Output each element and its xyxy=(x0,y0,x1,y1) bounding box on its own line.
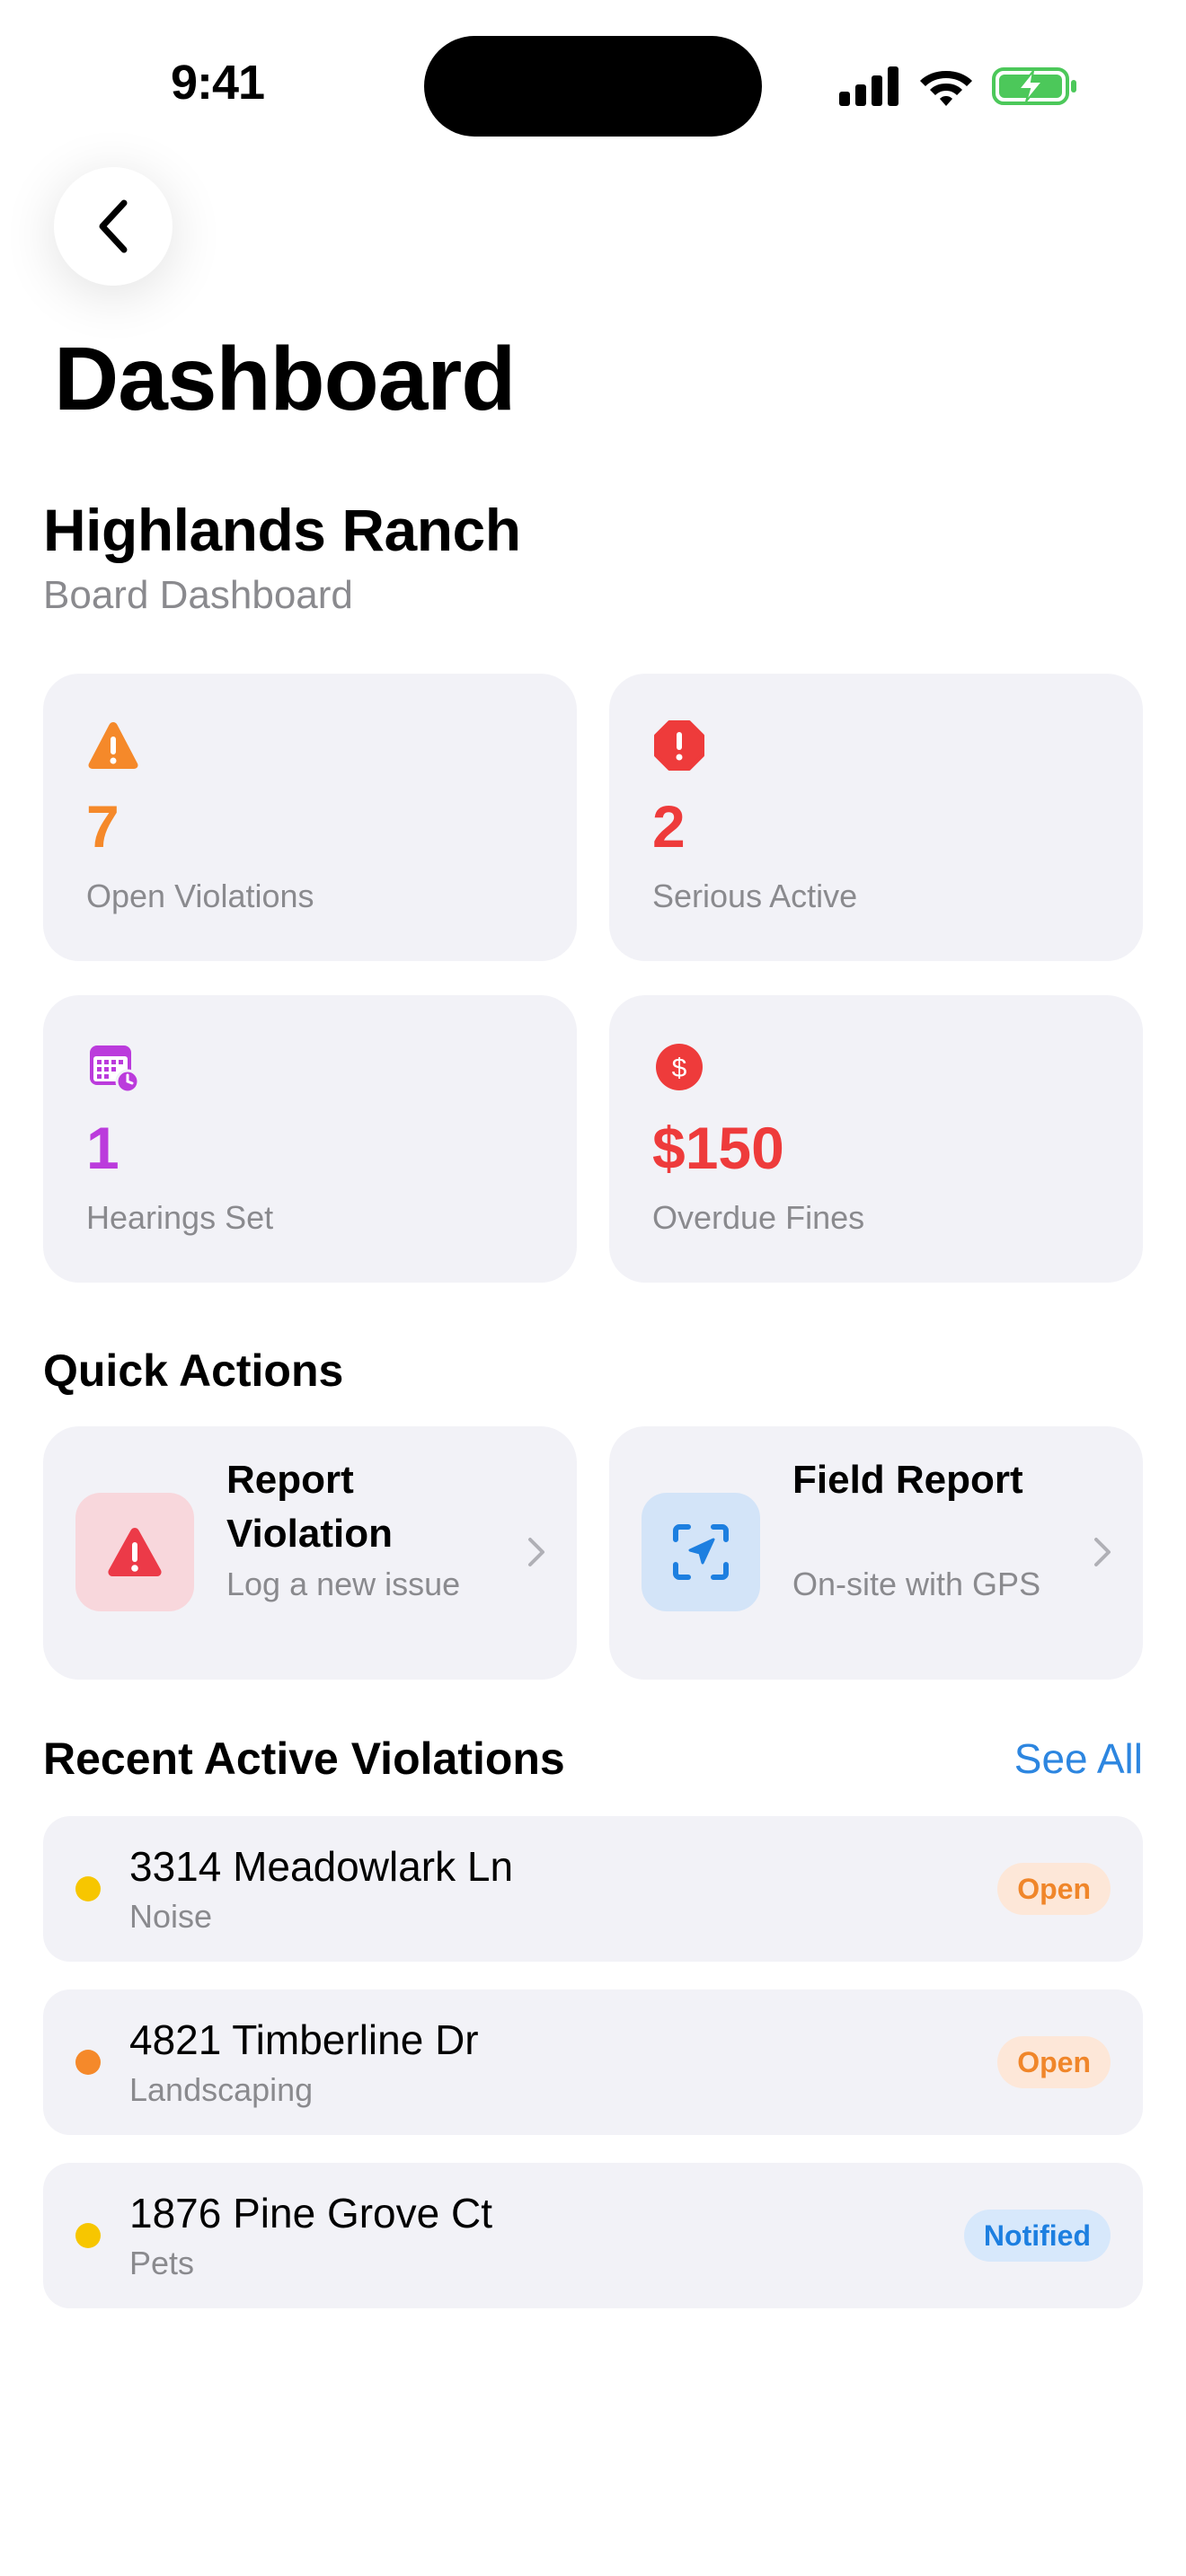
stat-card-hearings-set[interactable]: 1 Hearings Set xyxy=(43,995,577,1283)
action-subtitle: Log a new issue xyxy=(226,1566,461,1602)
cellular-signal-icon xyxy=(839,66,898,106)
battery-charging-icon xyxy=(992,67,1076,105)
stat-value: 1 xyxy=(86,1115,119,1181)
stat-card-serious-active[interactable]: 2 Serious Active xyxy=(609,674,1143,961)
status-dot xyxy=(75,2050,101,2075)
page-title: Dashboard xyxy=(54,329,516,429)
community-subtitle: Board Dashboard xyxy=(43,573,353,617)
community-name: Highlands Ranch xyxy=(43,497,521,563)
status-badge: Open xyxy=(997,2036,1111,2088)
stat-value: 7 xyxy=(86,793,119,860)
warning-triangle-icon xyxy=(88,722,138,769)
calendar-clock-icon xyxy=(90,1045,140,1094)
stat-label: Overdue Fines xyxy=(652,1199,865,1236)
action-title: Field Report xyxy=(792,1458,1023,1502)
dollar-circle-icon: $ xyxy=(656,1044,703,1090)
violation-row[interactable]: 1876 Pine Grove Ct Pets Notified xyxy=(43,2163,1143,2308)
status-icons xyxy=(839,65,1078,108)
recent-violations-title: Recent Active Violations xyxy=(43,1734,565,1784)
chevron-left-icon xyxy=(99,199,128,253)
stat-value: $150 xyxy=(652,1115,784,1181)
stat-label: Open Violations xyxy=(86,878,314,914)
warning-triangle-icon xyxy=(108,1528,162,1576)
chevron-right-icon xyxy=(1094,1538,1111,1566)
field-report-button[interactable]: Field Report On-site with GPS xyxy=(609,1426,1143,1680)
status-time: 9:41 xyxy=(171,56,265,110)
dashboard-screen: 9:41 Dashboard Highlands Ranch Board Das… xyxy=(0,0,1186,2576)
violation-address: 1876 Pine Grove Ct xyxy=(129,2190,493,2236)
status-dot xyxy=(75,2223,101,2248)
octagon-alert-icon xyxy=(654,720,704,771)
action-icon-tile xyxy=(75,1493,194,1611)
violation-row[interactable]: 3314 Meadowlark Ln Noise Open xyxy=(43,1816,1143,1962)
violation-address: 4821 Timberline Dr xyxy=(129,2016,479,2063)
violation-category: Pets xyxy=(129,2245,195,2281)
report-violation-button[interactable]: Report Violation Log a new issue xyxy=(43,1426,577,1680)
status-dot xyxy=(75,1876,101,1901)
stat-card-overdue-fines[interactable]: $ $150 Overdue Fines xyxy=(609,995,1143,1283)
chevron-right-icon xyxy=(528,1538,544,1566)
see-all-link[interactable]: See All xyxy=(1014,1732,1143,1786)
dynamic-island xyxy=(424,36,762,137)
violation-category: Landscaping xyxy=(129,2071,314,2108)
stat-value: 2 xyxy=(652,793,686,860)
status-badge: Notified xyxy=(963,2210,1111,2262)
violation-row[interactable]: 4821 Timberline Dr Landscaping Open xyxy=(43,1989,1143,2135)
quick-actions-title: Quick Actions xyxy=(43,1345,344,1396)
violation-category: Noise xyxy=(129,1898,213,1935)
stat-label: Hearings Set xyxy=(86,1199,274,1236)
action-title: Report Violation xyxy=(226,1458,393,1556)
stat-card-open-violations[interactable]: 7 Open Violations xyxy=(43,674,577,961)
stat-label: Serious Active xyxy=(652,878,858,914)
action-subtitle: On-site with GPS xyxy=(792,1566,1041,1602)
action-icon-tile xyxy=(642,1493,760,1611)
wifi-icon xyxy=(920,71,972,106)
location-arrow-scan-icon xyxy=(673,1524,729,1580)
violation-address: 3314 Meadowlark Ln xyxy=(129,1843,514,1890)
svg-text:$: $ xyxy=(672,1054,687,1083)
back-button[interactable] xyxy=(54,167,173,286)
status-badge: Open xyxy=(997,1863,1111,1915)
